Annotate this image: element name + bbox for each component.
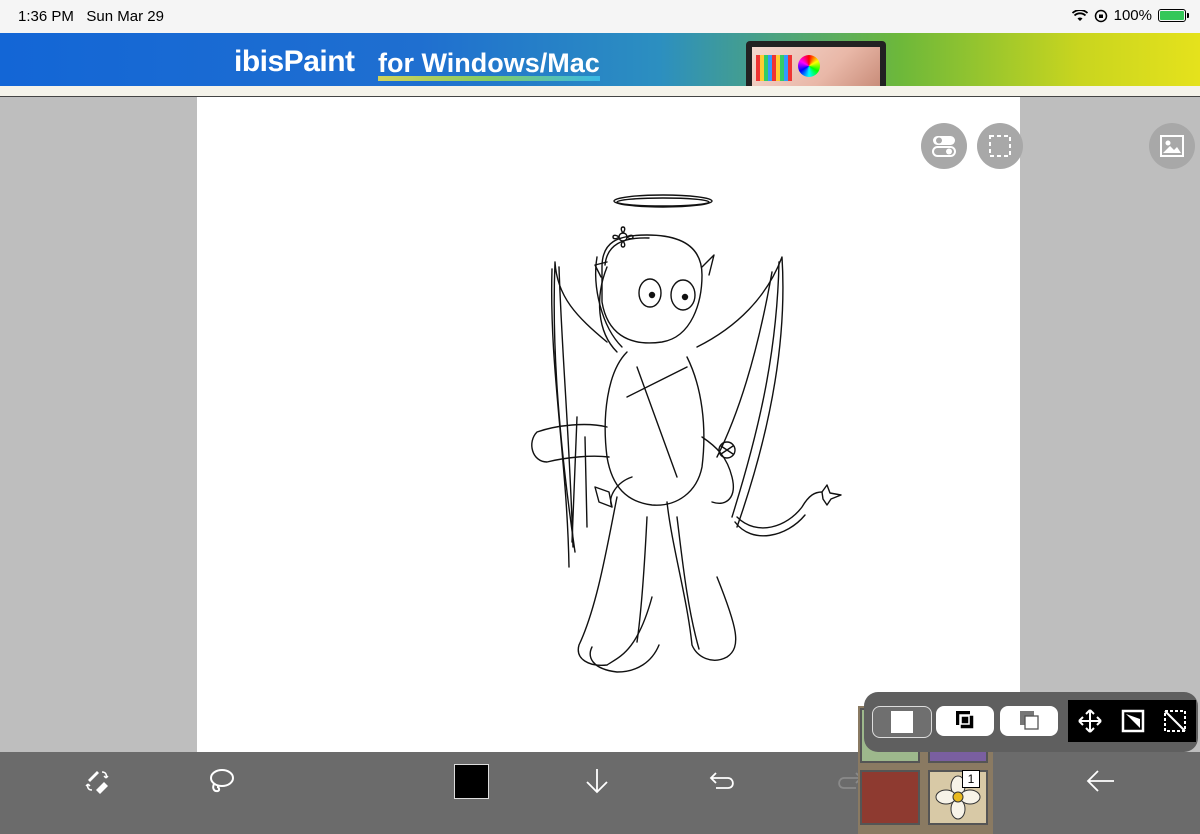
- brush-eraser-swap-icon: [85, 771, 109, 794]
- bottom-toolbar: [0, 752, 1200, 834]
- battery-percent: 100%: [1113, 7, 1152, 24]
- undo-icon: [709, 772, 734, 789]
- move-icon[interactable]: [1077, 708, 1103, 734]
- select-all-icon: [891, 711, 913, 733]
- ad-banner[interactable]: ibisPaint for Windows/Mac: [0, 33, 1200, 86]
- back-arrow-icon: [1086, 770, 1114, 792]
- select-subtract-button[interactable]: [1000, 706, 1058, 736]
- ad-brand: ibisPaint: [234, 45, 355, 78]
- toggle-icon: [932, 136, 956, 157]
- download-button[interactable]: [574, 752, 620, 810]
- select-invert-button[interactable]: [936, 706, 994, 736]
- current-color-swatch: [453, 763, 489, 799]
- layer-count-badge: 1: [962, 770, 980, 788]
- undo-button[interactable]: [700, 752, 746, 810]
- select-all-button[interactable]: [872, 706, 932, 738]
- status-time: 1:36 PM Sun Mar 29: [18, 8, 164, 25]
- image-icon: [1160, 135, 1184, 157]
- lasso-icon: [210, 769, 234, 793]
- status-right: 100%: [1071, 7, 1189, 24]
- toggle-button[interactable]: [921, 123, 967, 169]
- color-button[interactable]: [448, 752, 494, 810]
- selection-frame-button[interactable]: [977, 123, 1023, 169]
- select-subtract-icon: [1020, 711, 1039, 730]
- transform-icon[interactable]: [1121, 709, 1145, 733]
- lasso-button[interactable]: [198, 752, 244, 810]
- status-bar: 1:36 PM Sun Mar 29 100%: [0, 0, 1200, 33]
- selection-frame-icon: [989, 135, 1011, 157]
- workspace[interactable]: [0, 97, 1200, 752]
- layer-thumbnail: [860, 770, 920, 825]
- ad-tagline: for Windows/Mac: [378, 48, 600, 81]
- arrow-down-icon: [586, 769, 608, 794]
- header-divider: [0, 86, 1200, 97]
- select-invert-icon: [956, 711, 975, 730]
- sketch-drawing: [531, 194, 842, 673]
- reference-image-button[interactable]: [1149, 123, 1195, 169]
- wifi-icon: [1071, 9, 1088, 21]
- deselect-icon[interactable]: [1163, 709, 1187, 733]
- selection-tools: [1068, 700, 1196, 742]
- rotation-lock-icon: [1094, 9, 1107, 22]
- battery-icon: [1158, 9, 1189, 22]
- brush-eraser-swap-button[interactable]: [74, 752, 120, 810]
- drawing-canvas[interactable]: [197, 97, 1020, 752]
- back-button[interactable]: [1078, 752, 1124, 810]
- selection-panel: [864, 692, 1198, 752]
- ad-screenshot: [746, 41, 886, 86]
